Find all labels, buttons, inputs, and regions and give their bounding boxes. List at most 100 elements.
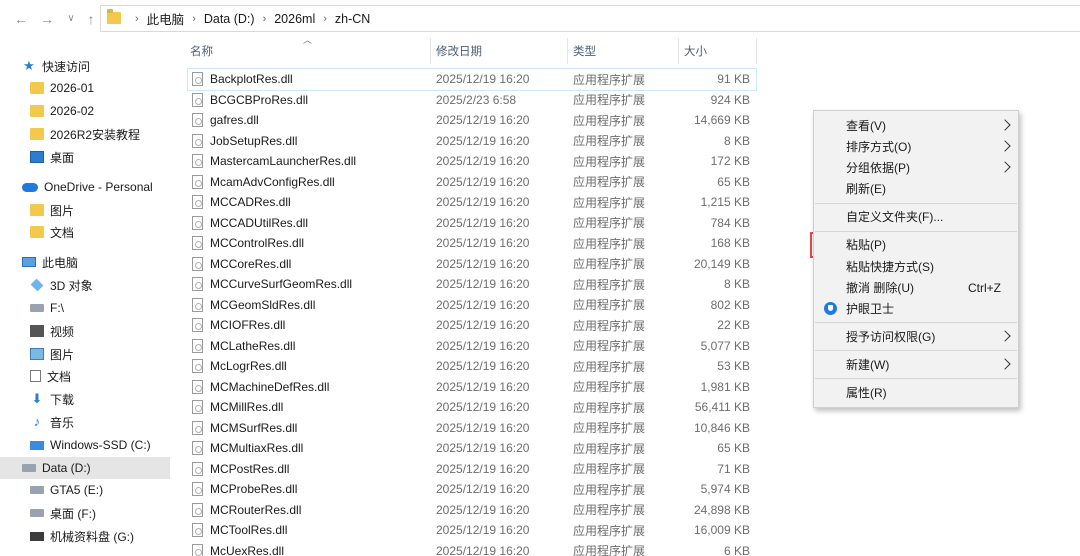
sidebar-item[interactable]: 文档 [0, 365, 170, 387]
file-type: 应用程序扩展 [573, 380, 646, 395]
submenu-arrow-icon [1000, 326, 1010, 347]
file-date: 2025/12/19 16:20 [436, 133, 530, 148]
sidebar-item[interactable]: 桌面 [0, 146, 170, 168]
address-bar[interactable]: › 此电脑 › Data (D:) › 2026ml › zh-CN [100, 5, 1080, 32]
file-row[interactable]: MCRouterRes.dll 2025/12/19 16:20 应用程序扩展 24,… [188, 500, 756, 521]
file-row[interactable]: MCMultiaxRes.dll 2025/12/19 16:20 应用程序扩展 65… [188, 438, 756, 459]
breadcrumb-separator-icon[interactable]: › [192, 13, 196, 25]
breadcrumb-separator-icon[interactable]: › [323, 13, 327, 25]
menu-item-paste[interactable]: 粘贴(P) [814, 234, 1018, 255]
forward-arrow-icon[interactable]: → [38, 10, 56, 28]
file-row[interactable]: MCIOFRes.dll 2025/12/19 16:20 应用程序扩展 22 KB [188, 315, 756, 336]
sidebar-item[interactable]: ★ 快速访问 [0, 55, 170, 77]
sidebar-item-label: 视频 [50, 324, 75, 339]
file-date: 2025/2/23 6:58 [436, 92, 517, 107]
sidebar-item[interactable]: 文档 [0, 221, 170, 243]
sidebar-item[interactable]: 3D 对象 [0, 274, 170, 296]
file-row[interactable]: MCMSurfRes.dll 2025/12/19 16:20 应用程序扩展 10,8… [188, 418, 756, 439]
file-row[interactable]: MCCADUtilRes.dll 2025/12/19 16:20 应用程序扩展 78… [188, 213, 756, 234]
sidebar-item-label: 文档 [50, 225, 75, 240]
folder-icon [30, 82, 44, 94]
column-header-date[interactable]: 修改日期 [431, 38, 568, 64]
desktop-icon [30, 151, 44, 163]
sidebar-item-label: 快速访问 [42, 59, 91, 74]
file-row[interactable]: MCProbeRes.dll 2025/12/19 16:20 应用程序扩展 5,97… [188, 479, 756, 500]
sidebar-item-label: 2026-01 [50, 81, 95, 95]
recent-locations-chevron-icon[interactable]: ∨ [62, 10, 80, 28]
sidebar-item[interactable]: ⬇ 下载 [0, 388, 170, 410]
sidebar-item[interactable]: F:\ [0, 297, 170, 319]
file-size: 1,981 KB [700, 379, 750, 394]
dll-file-icon [192, 113, 203, 127]
back-arrow-icon[interactable]: ← [12, 10, 30, 28]
menu-item-group[interactable]: 分组依据(P) [814, 157, 1018, 178]
submenu-arrow-icon [1000, 157, 1010, 178]
star-icon: ★ [23, 58, 35, 73]
sidebar-item[interactable]: 图片 [0, 343, 170, 365]
file-row[interactable]: MCMachineDefRes.dll 2025/12/19 16:20 应用程序扩… [188, 377, 756, 398]
file-name: MCMSurfRes.dll [210, 420, 298, 435]
sidebar-item[interactable]: 桌面 (F:) [0, 502, 170, 524]
dll-file-icon [192, 297, 203, 312]
sidebar-item[interactable]: 视频 [0, 320, 170, 342]
file-row[interactable]: MCControlRes.dll 2025/12/19 16:20 应用程序扩展 16… [188, 233, 756, 254]
shield-icon [824, 302, 837, 315]
file-row[interactable]: MCMillRes.dll 2025/12/19 16:20 应用程序扩展 56,41… [188, 397, 756, 418]
sidebar-item[interactable]: ♪ 音乐 [0, 411, 170, 433]
file-row[interactable]: BackplotRes.dll 2025/12/19 16:20 应用程序扩展 91 … [187, 68, 757, 91]
file-row[interactable]: MCCADRes.dll 2025/12/19 16:20 应用程序扩展 1,215 … [188, 192, 756, 213]
column-header-size[interactable]: 大小 [679, 38, 757, 64]
sidebar-item[interactable]: Windows-SSD (C:) [0, 434, 170, 456]
file-name: BCGCBProRes.dll [210, 92, 309, 107]
menu-item-sort[interactable]: 排序方式(O) [814, 136, 1018, 157]
menu-item-view[interactable]: 查看(V) [814, 115, 1018, 136]
menu-item-eye-guard[interactable]: 护眼卫士 [814, 298, 1018, 319]
menu-item-new[interactable]: 新建(W) [814, 354, 1018, 375]
file-row[interactable]: JobSetupRes.dll 2025/12/19 16:20 应用程序扩展 8 K… [188, 131, 756, 152]
file-row[interactable]: gafres.dll 2025/12/19 16:20 应用程序扩展 14,669 K… [188, 110, 756, 131]
file-row[interactable]: MastercamLauncherRes.dll 2025/12/19 16:20… [188, 151, 756, 172]
sidebar-item[interactable]: 此电脑 [0, 251, 170, 273]
menu-item-properties[interactable]: 属性(R) [814, 382, 1018, 403]
breadcrumb-separator-icon[interactable]: › [263, 13, 267, 25]
sidebar-item-label: 此电脑 [42, 255, 79, 270]
sidebar-item[interactable]: 图片 [0, 199, 170, 221]
breadcrumb-item[interactable]: 此电脑 [147, 9, 185, 28]
sidebar-item[interactable]: Data (D:) [0, 457, 170, 479]
file-name: MCMillRes.dll [210, 400, 284, 415]
breadcrumb-item[interactable]: zh-CN [335, 12, 370, 26]
breadcrumb-item[interactable]: Data (D:) [204, 12, 255, 26]
file-row[interactable]: BCGCBProRes.dll 2025/2/23 6:58 应用程序扩展 924 K… [188, 90, 756, 111]
dll-file-icon [192, 72, 203, 86]
dll-file-icon [192, 133, 203, 148]
file-row[interactable]: MCGeomSldRes.dll 2025/12/19 16:20 应用程序扩展 80… [188, 295, 756, 316]
file-type: 应用程序扩展 [573, 175, 646, 190]
menu-item-customize-folder[interactable]: 自定义文件夹(F)... [814, 206, 1018, 227]
file-row[interactable]: McamAdvConfigRes.dll 2025/12/19 16:20 应用程序… [188, 172, 756, 193]
file-row[interactable]: McUexRes.dll 2025/12/19 16:20 应用程序扩展 6 KB [188, 541, 756, 556]
sidebar-item[interactable]: 2026-02 [0, 100, 170, 122]
file-row[interactable]: MCPostRes.dll 2025/12/19 16:20 应用程序扩展 71 KB [188, 459, 756, 480]
sidebar-item[interactable]: 2026R2安装教程 [0, 123, 170, 145]
column-header-name[interactable]: 名称 [185, 38, 431, 64]
breadcrumb-item[interactable]: 2026ml [274, 12, 315, 26]
file-size: 172 KB [710, 154, 750, 169]
menu-item-give-access[interactable]: 授予访问权限(G) [814, 326, 1018, 347]
sidebar-item[interactable]: 2026-01 [0, 77, 170, 99]
file-row[interactable]: MCCurveSurfGeomRes.dll 2025/12/19 16:20 应用… [188, 274, 756, 295]
breadcrumb-separator-icon[interactable]: › [135, 13, 139, 25]
menu-item-undo-delete[interactable]: 撤消 删除(U) Ctrl+Z [814, 277, 1018, 298]
menu-item-paste-shortcut[interactable]: 粘贴快捷方式(S) [814, 256, 1018, 277]
sidebar-item[interactable]: OneDrive - Personal [0, 176, 170, 198]
file-row[interactable]: MCCoreRes.dll 2025/12/19 16:20 应用程序扩展 20,14… [188, 254, 756, 275]
pc-icon [22, 257, 36, 267]
sidebar-item[interactable]: GTA5 (E:) [0, 479, 170, 501]
column-header-type[interactable]: 类型 [568, 38, 679, 64]
up-arrow-icon[interactable]: ↑ [82, 10, 100, 28]
file-row[interactable]: McLogrRes.dll 2025/12/19 16:20 应用程序扩展 53 KB [188, 356, 756, 377]
sidebar-item[interactable]: 机械资料盘 (G:) [0, 525, 170, 547]
file-row[interactable]: MCToolRes.dll 2025/12/19 16:20 应用程序扩展 16,00… [188, 520, 756, 541]
sidebar-item-label: 桌面 (F:) [50, 506, 96, 521]
menu-item-refresh[interactable]: 刷新(E) [814, 178, 1018, 199]
file-row[interactable]: MCLatheRes.dll 2025/12/19 16:20 应用程序扩展 5,07… [188, 336, 756, 357]
